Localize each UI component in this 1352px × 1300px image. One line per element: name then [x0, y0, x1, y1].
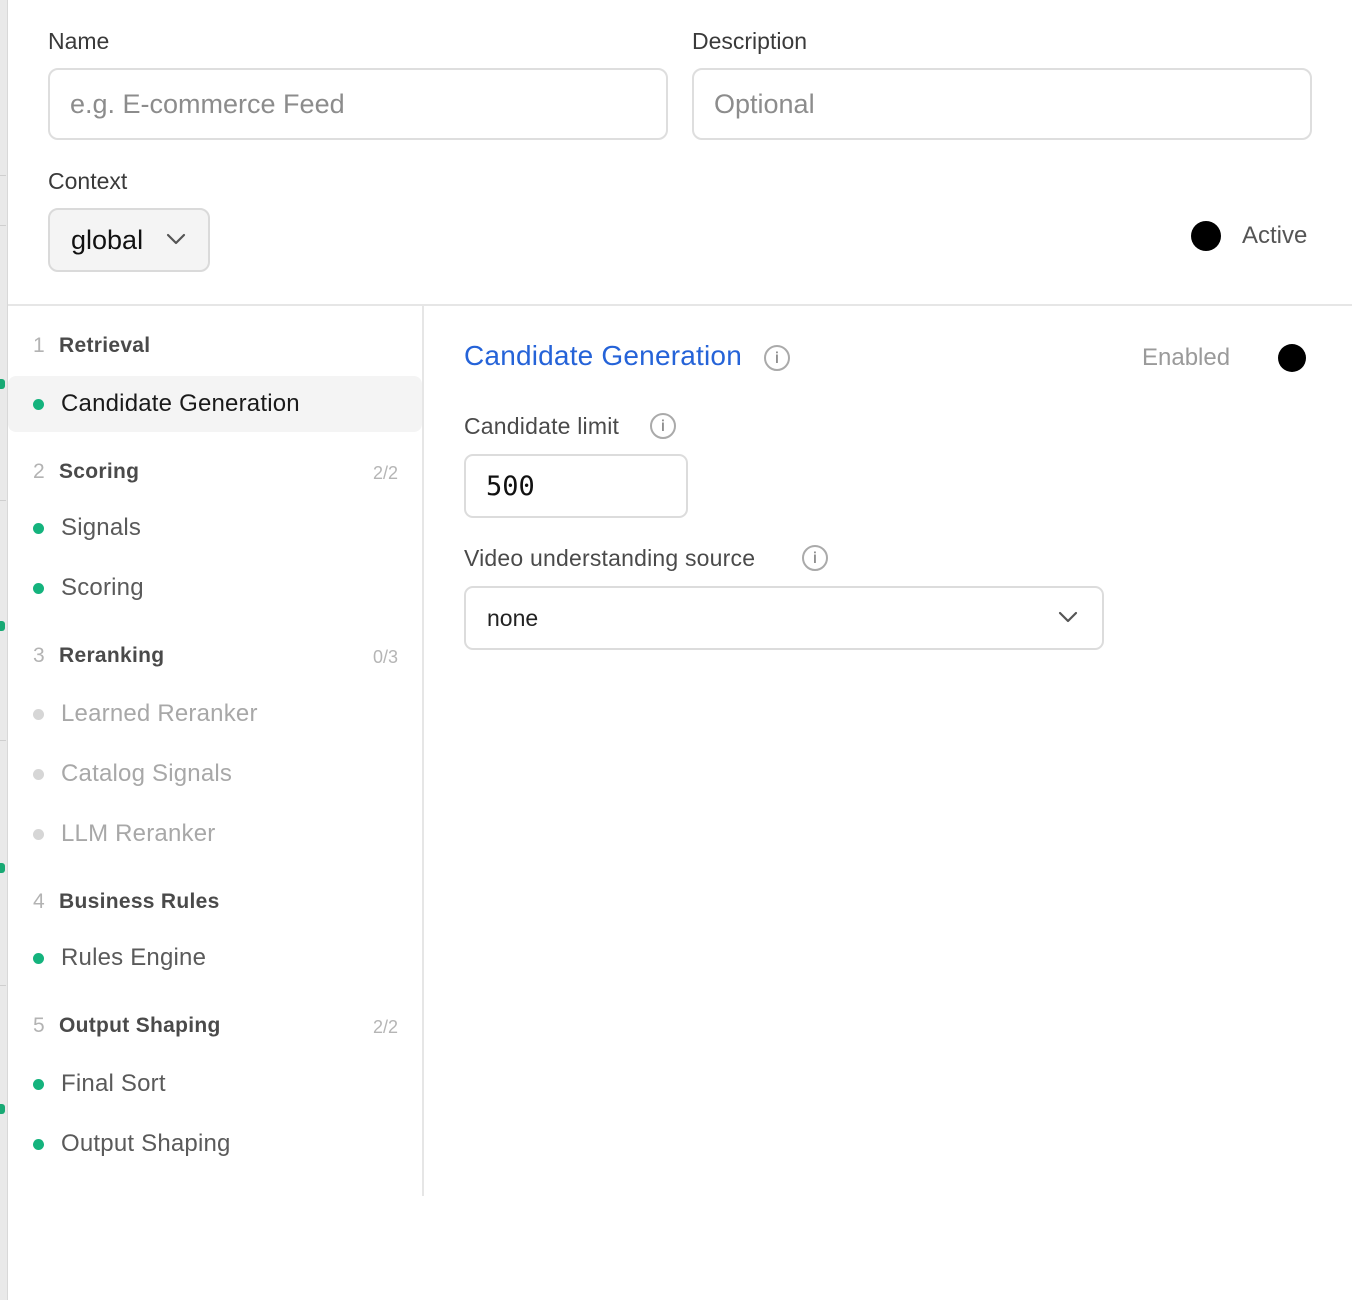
status-dot-icon — [33, 708, 44, 720]
nav-group-retrieval: 1 Retrieval — [33, 334, 150, 358]
nav-group-reranking: 3 Reranking — [33, 644, 164, 668]
context-label: Context — [48, 168, 128, 194]
gutter-status-dot — [0, 621, 5, 631]
sidebar-item-label: Catalog Signals — [61, 760, 233, 787]
sidebar-item-label: Output Shaping — [61, 1130, 231, 1157]
sidebar-item-learned-reranker[interactable]: Learned Reranker — [8, 686, 422, 742]
nav-group-count: 2/2 — [372, 1017, 398, 1037]
status-dot-icon — [33, 768, 44, 780]
sidebar-item-rules-engine[interactable]: Rules Engine — [8, 930, 422, 986]
name-input[interactable] — [48, 68, 668, 140]
nav-group-business-rules: 4 Business Rules — [33, 890, 220, 914]
video-source-label: Video understanding source — [464, 545, 756, 571]
nav-group-number: 5 — [33, 1014, 45, 1037]
sidebar-item-signals[interactable]: Signals — [8, 500, 422, 556]
left-gutter — [0, 0, 8, 1300]
nav-group-title: Business Rules — [59, 890, 220, 913]
description-input[interactable] — [692, 68, 1312, 140]
description-label: Description — [692, 28, 808, 54]
sidebar-item-label: Learned Reranker — [61, 700, 258, 727]
nav-group-scoring: 2 Scoring — [33, 460, 139, 484]
nav-group-title: Retrieval — [59, 334, 151, 357]
gutter-status-dot — [0, 863, 5, 873]
status-dot-icon — [33, 582, 44, 594]
status-dot-icon — [33, 952, 44, 964]
video-source-select-value: none — [487, 604, 539, 631]
candidate-limit-input[interactable] — [464, 454, 688, 518]
chevron-down-icon — [166, 233, 186, 245]
status-dot-icon — [33, 1078, 44, 1090]
nav-group-title: Reranking — [59, 644, 165, 667]
nav-group-number: 3 — [33, 644, 45, 667]
gutter-tick — [0, 985, 6, 986]
nav-group-count: 0/3 — [372, 647, 398, 667]
gutter-tick — [0, 500, 6, 501]
info-icon[interactable]: i — [764, 345, 790, 371]
sidebar-item-output-shaping[interactable]: Output Shaping — [8, 1116, 422, 1172]
info-icon[interactable]: i — [650, 413, 676, 439]
sidebar-item-catalog-signals[interactable]: Catalog Signals — [8, 746, 422, 802]
sidebar-item-label: Rules Engine — [61, 944, 207, 971]
gutter-tick — [0, 225, 6, 226]
context-select-value: global — [71, 224, 144, 255]
nav-group-title: Scoring — [59, 460, 140, 483]
divider — [8, 304, 1352, 306]
sidebar-item-final-sort[interactable]: Final Sort — [8, 1056, 422, 1112]
info-icon[interactable]: i — [802, 545, 828, 571]
candidate-limit-label: Candidate limit — [464, 413, 620, 439]
active-label: Active — [1242, 222, 1308, 249]
divider — [422, 306, 424, 1196]
nav-group-number: 2 — [33, 460, 45, 483]
video-source-select[interactable]: none — [464, 586, 1104, 650]
chevron-down-icon — [1058, 611, 1078, 623]
status-dot-icon — [33, 828, 44, 840]
section-title: Candidate Generation — [464, 340, 742, 371]
nav-group-title: Output Shaping — [59, 1014, 221, 1037]
nav-group-count: 2/2 — [372, 463, 398, 483]
sidebar-item-scoring[interactable]: Scoring — [8, 560, 422, 616]
sidebar-item-llm-reranker[interactable]: LLM Reranker — [8, 806, 422, 862]
status-dot-icon — [33, 398, 44, 410]
name-label: Name — [48, 28, 110, 54]
sidebar-item-label: Signals — [61, 514, 142, 541]
gutter-status-dot — [0, 1104, 5, 1114]
gutter-tick — [0, 740, 6, 741]
gutter-status-dot — [0, 379, 5, 389]
sidebar-item-label: Final Sort — [61, 1070, 166, 1097]
nav-group-number: 4 — [33, 890, 45, 913]
status-dot-icon — [33, 1138, 44, 1150]
gutter-tick — [0, 175, 6, 176]
sidebar-item-label: Candidate Generation — [61, 390, 300, 417]
sidebar-item-label: Scoring — [61, 574, 144, 601]
enabled-label: Enabled — [1142, 344, 1231, 371]
active-toggle[interactable] — [1191, 221, 1221, 251]
status-dot-icon — [33, 522, 44, 534]
nav-group-output-shaping: 5 Output Shaping — [33, 1014, 221, 1038]
sidebar-item-candidate-generation[interactable]: Candidate Generation — [8, 376, 422, 432]
enabled-toggle[interactable] — [1278, 344, 1306, 372]
context-select[interactable]: global — [48, 208, 210, 272]
nav-group-number: 1 — [33, 334, 45, 357]
sidebar-item-label: LLM Reranker — [61, 820, 216, 847]
